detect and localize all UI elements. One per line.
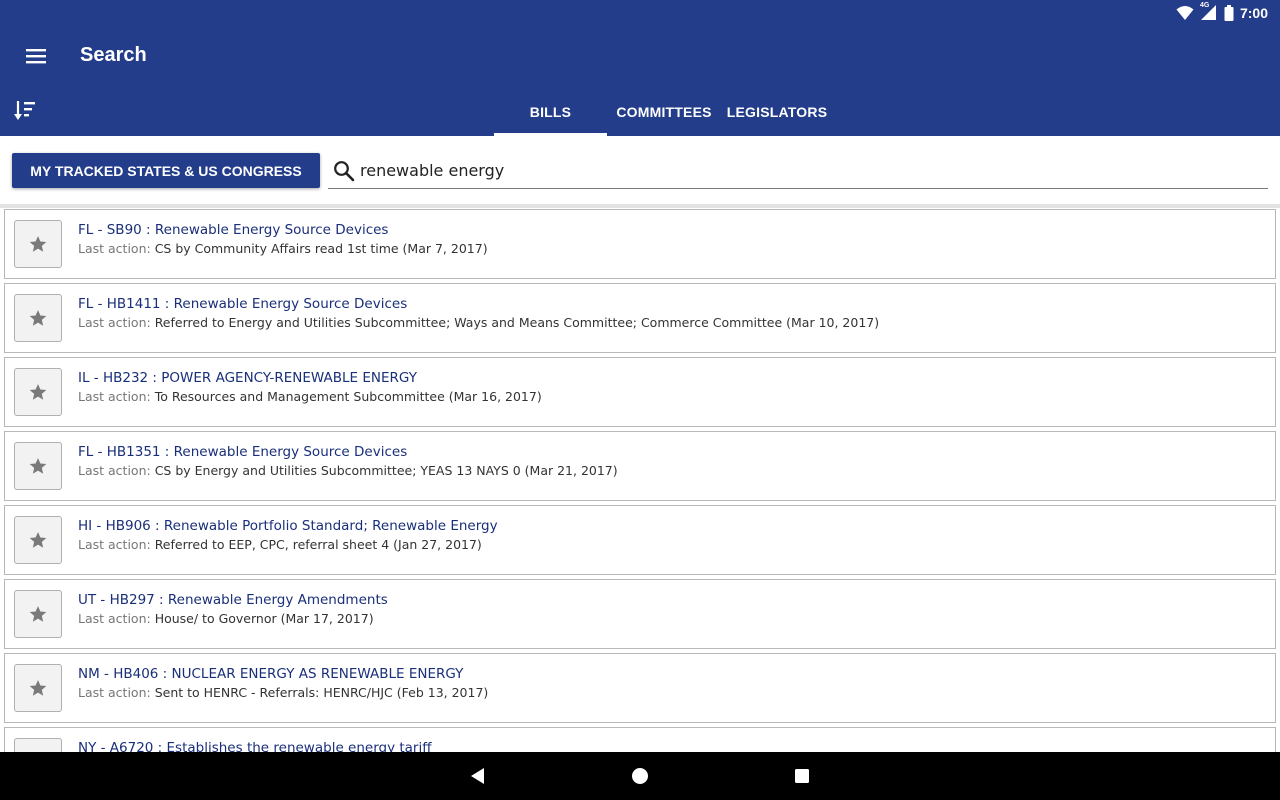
bill-list-item[interactable]: UT - HB297 : Renewable Energy Amendments…: [4, 579, 1276, 649]
search-icon: [334, 161, 355, 182]
nav-back-button[interactable]: [466, 764, 490, 788]
star-icon: [29, 606, 47, 622]
track-star-button[interactable]: [14, 294, 62, 342]
star-icon: [29, 680, 47, 696]
recents-icon: [795, 769, 809, 783]
last-action-text: House/ to Governor (Mar 17, 2017): [154, 611, 374, 626]
system-nav-bar: [0, 752, 1280, 800]
tracked-states-button[interactable]: MY TRACKED STATES & US CONGRESS: [12, 153, 320, 188]
tab-bar: BILLS COMMITTEES LEGISLATORS: [494, 88, 833, 136]
network-type-label: 4G: [1199, 2, 1210, 9]
menu-icon: [26, 49, 46, 64]
bill-title[interactable]: NM - HB406 : NUCLEAR ENERGY AS RENEWABLE…: [78, 666, 463, 682]
app-bar: 4G 7:00 Search BILLS COMMITTEES LEGISLAT…: [0, 0, 1280, 136]
track-star-button[interactable]: [14, 220, 62, 268]
tab-legislators[interactable]: LEGISLATORS: [721, 88, 833, 136]
page-title: Search: [80, 44, 147, 66]
wifi-icon: [1176, 5, 1194, 21]
track-star-button[interactable]: [14, 368, 62, 416]
status-bar: 4G 7:00: [1176, 2, 1268, 23]
track-star-button[interactable]: [14, 590, 62, 638]
clock: 7:00: [1239, 5, 1268, 21]
bill-list-item[interactable]: IL - HB232 : POWER AGENCY-RENEWABLE ENER…: [4, 357, 1276, 427]
tab-committees[interactable]: COMMITTEES: [607, 88, 721, 136]
last-action-text: Sent to HENRC - Referrals: HENRC/HJC (Fe…: [154, 685, 489, 700]
bill-last-action: Last action: Sent to HENRC - Referrals: …: [78, 685, 488, 700]
track-star-button[interactable]: [14, 664, 62, 712]
last-action-label: Last action:: [78, 685, 151, 700]
search-bar: [328, 152, 1268, 189]
last-action-text: CS by Energy and Utilities Subcommittee;…: [154, 463, 618, 478]
tab-bills[interactable]: BILLS: [494, 88, 607, 136]
bill-list-item[interactable]: HI - HB906 : Renewable Portfolio Standar…: [4, 505, 1276, 575]
results-list[interactable]: FL - SB90 : Renewable Energy Source Devi…: [0, 208, 1280, 752]
search-input[interactable]: [360, 156, 1260, 184]
bill-last-action: Last action: House/ to Governor (Mar 17,…: [78, 611, 374, 626]
track-star-button[interactable]: [14, 442, 62, 490]
last-action-text: Referred to EEP, CPC, referral sheet 4 (…: [154, 537, 482, 552]
last-action-label: Last action:: [78, 241, 151, 256]
bill-title[interactable]: FL - HB1351 : Renewable Energy Source De…: [78, 444, 407, 460]
bill-title[interactable]: FL - SB90 : Renewable Energy Source Devi…: [78, 222, 388, 238]
home-icon: [632, 768, 648, 784]
bill-title[interactable]: UT - HB297 : Renewable Energy Amendments: [78, 592, 388, 608]
last-action-label: Last action:: [78, 389, 151, 404]
bill-title[interactable]: HI - HB906 : Renewable Portfolio Standar…: [78, 518, 498, 534]
back-icon: [471, 768, 484, 784]
last-action-label: Last action:: [78, 537, 151, 552]
star-icon: [29, 384, 47, 400]
menu-button[interactable]: [22, 44, 50, 68]
bill-list-item[interactable]: NM - HB406 : NUCLEAR ENERGY AS RENEWABLE…: [4, 653, 1276, 723]
sort-icon: [14, 101, 35, 120]
bill-last-action: Last action: Referred to Energy and Util…: [78, 315, 879, 330]
bill-last-action: Last action: CS by Community Affairs rea…: [78, 241, 488, 256]
star-icon: [29, 310, 47, 326]
track-star-button[interactable]: [14, 738, 62, 752]
bill-list-item[interactable]: FL - HB1351 : Renewable Energy Source De…: [4, 431, 1276, 501]
bill-title[interactable]: IL - HB232 : POWER AGENCY-RENEWABLE ENER…: [78, 370, 417, 386]
battery-icon: [1224, 5, 1234, 21]
nav-home-button[interactable]: [628, 764, 652, 788]
bill-list-item[interactable]: FL - SB90 : Renewable Energy Source Devi…: [4, 209, 1276, 279]
track-star-button[interactable]: [14, 516, 62, 564]
last-action-label: Last action:: [78, 463, 151, 478]
sort-button[interactable]: [12, 98, 38, 124]
star-icon: [29, 532, 47, 548]
nav-recents-button[interactable]: [790, 764, 814, 788]
bill-title[interactable]: NY - A6720 : Establishes the renewable e…: [78, 740, 432, 752]
bill-last-action: Last action: Referred to EEP, CPC, refer…: [78, 537, 482, 552]
star-icon: [29, 458, 47, 474]
bill-last-action: Last action: To Resources and Management…: [78, 389, 542, 404]
last-action-label: Last action:: [78, 611, 151, 626]
last-action-text: CS by Community Affairs read 1st time (M…: [154, 241, 488, 256]
bill-last-action: Last action: CS by Energy and Utilities …: [78, 463, 618, 478]
star-icon: [29, 236, 47, 252]
last-action-label: Last action:: [78, 315, 151, 330]
cell-signal-icon: 4G: [1199, 2, 1218, 21]
bill-list-item[interactable]: FL - HB1411 : Renewable Energy Source De…: [4, 283, 1276, 353]
bill-list-item[interactable]: NY - A6720 : Establishes the renewable e…: [4, 727, 1276, 752]
last-action-text: To Resources and Management Subcommittee…: [154, 389, 542, 404]
bill-title[interactable]: FL - HB1411 : Renewable Energy Source De…: [78, 296, 407, 312]
last-action-text: Referred to Energy and Utilities Subcomm…: [154, 315, 880, 330]
